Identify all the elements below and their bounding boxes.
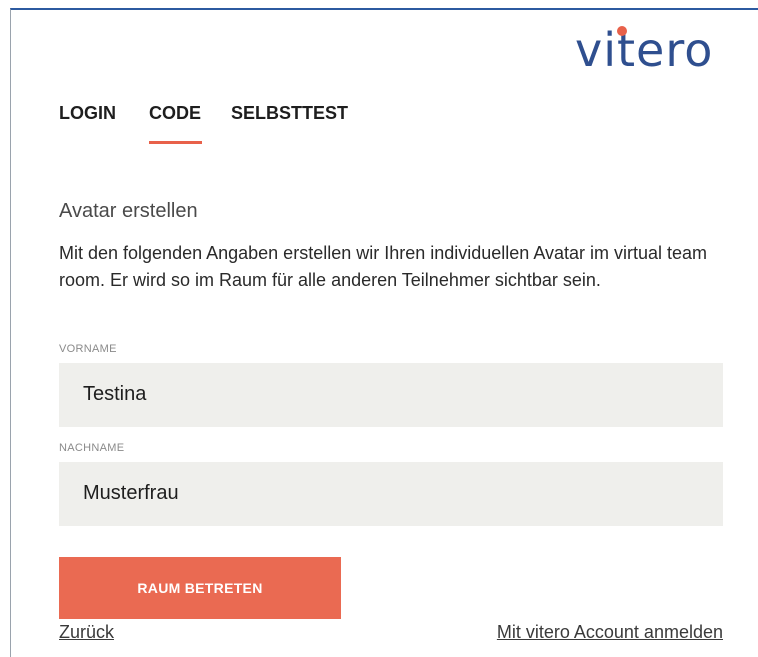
last-name-field[interactable]: Musterfrau [59,462,723,526]
tab-login[interactable]: LOGIN [59,103,116,124]
back-link[interactable]: Zurück [59,622,114,643]
vitero-logo: vitero [575,22,735,82]
tab-selbsttest[interactable]: SELBSTTEST [231,103,348,124]
first-name-field[interactable]: Testina [59,363,723,427]
section-title: Avatar erstellen [59,200,198,222]
active-tab-indicator [149,141,202,144]
last-name-value: Musterfrau [83,482,179,504]
logo-text: vitero [575,23,714,77]
tab-code[interactable]: CODE [149,103,201,124]
last-name-label: NACHNAME [59,442,125,454]
first-name-label: VORNAME [59,343,117,355]
form-description: Mit den folgenden Angaben erstellen wir … [59,243,708,290]
enter-room-button[interactable]: RAUM BETRETEN [59,557,341,619]
account-login-link[interactable]: Mit vitero Account anmelden [497,622,723,643]
first-name-value: Testina [83,383,147,405]
logo-dot-icon [617,26,627,36]
